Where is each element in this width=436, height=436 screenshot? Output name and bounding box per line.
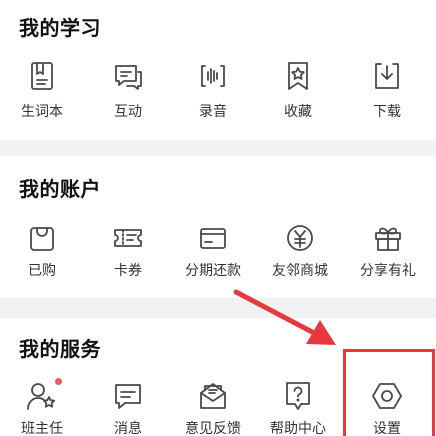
tutor-person-icon xyxy=(26,380,58,412)
card-icon xyxy=(197,222,229,254)
download-label: 下载 xyxy=(373,104,401,120)
download-button[interactable]: 下载 xyxy=(349,58,425,138)
share-gift-button[interactable]: 分享有礼 xyxy=(350,220,426,300)
feedback-label: 意见反馈 xyxy=(185,421,241,436)
feedback-envelope-icon xyxy=(197,380,229,412)
my-account-title: 我的账户 xyxy=(19,177,101,201)
feedback-button[interactable]: 意见反馈 xyxy=(175,374,251,436)
purchased-button[interactable]: 已购 xyxy=(4,220,80,300)
gift-icon xyxy=(372,222,404,254)
tutor-button[interactable]: 班主任 xyxy=(4,374,80,436)
recording-button[interactable]: 录音 xyxy=(175,58,251,138)
messages-label: 消息 xyxy=(114,421,142,436)
bookmark-star-icon xyxy=(282,60,314,92)
coupon-icon xyxy=(112,222,144,254)
shopping-bag-icon xyxy=(26,222,58,254)
my-service-title: 我的服务 xyxy=(19,337,101,361)
settings-highlight-box xyxy=(343,349,435,436)
installment-label: 分期还款 xyxy=(185,263,241,279)
yuan-coin-icon xyxy=(284,222,316,254)
installment-button[interactable]: 分期还款 xyxy=(175,220,251,300)
help-center-label: 帮助中心 xyxy=(270,421,326,436)
interaction-button[interactable]: 互动 xyxy=(90,58,166,138)
vocabulary-book-icon xyxy=(26,60,58,92)
favorites-label: 收藏 xyxy=(284,104,312,120)
vocabulary-book-label: 生词本 xyxy=(21,104,63,120)
neighbor-mall-button[interactable]: 友邻商城 xyxy=(262,220,338,300)
recording-label: 录音 xyxy=(199,104,227,120)
download-icon xyxy=(371,60,403,92)
tutor-notification-badge xyxy=(55,378,62,385)
share-gift-label: 分享有礼 xyxy=(360,263,416,279)
purchased-label: 已购 xyxy=(28,263,56,279)
neighbor-mall-label: 友邻商城 xyxy=(272,263,328,279)
chat-bubble-icon xyxy=(112,60,144,92)
vocabulary-book-button[interactable]: 生词本 xyxy=(4,58,80,138)
my-study-title: 我的学习 xyxy=(19,16,101,40)
help-center-button[interactable]: 帮助中心 xyxy=(260,374,336,436)
coupons-button[interactable]: 卡券 xyxy=(90,220,166,300)
tutor-label: 班主任 xyxy=(21,421,63,436)
favorites-button[interactable]: 收藏 xyxy=(260,58,336,138)
help-question-icon xyxy=(282,380,314,412)
message-icon xyxy=(112,380,144,412)
recording-waveform-icon xyxy=(197,60,229,92)
interaction-label: 互动 xyxy=(114,104,142,120)
coupons-label: 卡券 xyxy=(114,263,142,279)
messages-button[interactable]: 消息 xyxy=(90,374,166,436)
